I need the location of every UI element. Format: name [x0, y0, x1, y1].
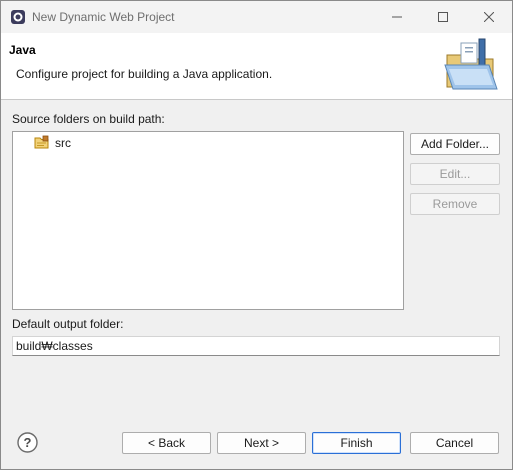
output-folder-label: Default output folder:	[12, 317, 124, 331]
folder-wizard-banner-icon	[441, 37, 503, 95]
source-folder-icon	[34, 135, 50, 152]
close-icon	[484, 12, 494, 22]
dialog-window: New Dynamic Web Project Java Configure p…	[0, 0, 513, 470]
remove-button[interactable]: Remove	[410, 193, 500, 215]
edit-button[interactable]: Edit...	[410, 163, 500, 185]
finish-button[interactable]: Finish	[312, 432, 401, 454]
back-button[interactable]: < Back	[122, 432, 211, 454]
close-button[interactable]	[466, 1, 512, 33]
wizard-footer: ? < Back Next > Finish Cancel	[1, 417, 512, 469]
output-folder-input[interactable]	[12, 336, 500, 356]
eclipse-app-icon	[10, 9, 26, 25]
title-bar: New Dynamic Web Project	[1, 1, 512, 33]
page-title: Java	[9, 43, 36, 57]
page-description: Configure project for building a Java ap…	[16, 67, 273, 81]
cancel-button[interactable]: Cancel	[410, 432, 499, 454]
maximize-icon	[438, 12, 448, 22]
help-icon: ?	[17, 432, 38, 453]
tree-item-src[interactable]: src	[34, 135, 71, 151]
window-title: New Dynamic Web Project	[32, 10, 175, 24]
wizard-header: Java Configure project for building a Ja…	[1, 33, 512, 100]
next-button[interactable]: Next >	[217, 432, 306, 454]
svg-text:?: ?	[24, 435, 32, 450]
maximize-button[interactable]	[420, 1, 466, 33]
minimize-icon	[392, 16, 402, 18]
source-folders-tree[interactable]: src	[12, 131, 404, 310]
tree-item-label: src	[55, 136, 71, 150]
minimize-button[interactable]	[374, 1, 420, 33]
help-button[interactable]: ?	[17, 432, 38, 453]
source-folders-label: Source folders on build path:	[12, 112, 165, 126]
add-folder-button[interactable]: Add Folder...	[410, 133, 500, 155]
